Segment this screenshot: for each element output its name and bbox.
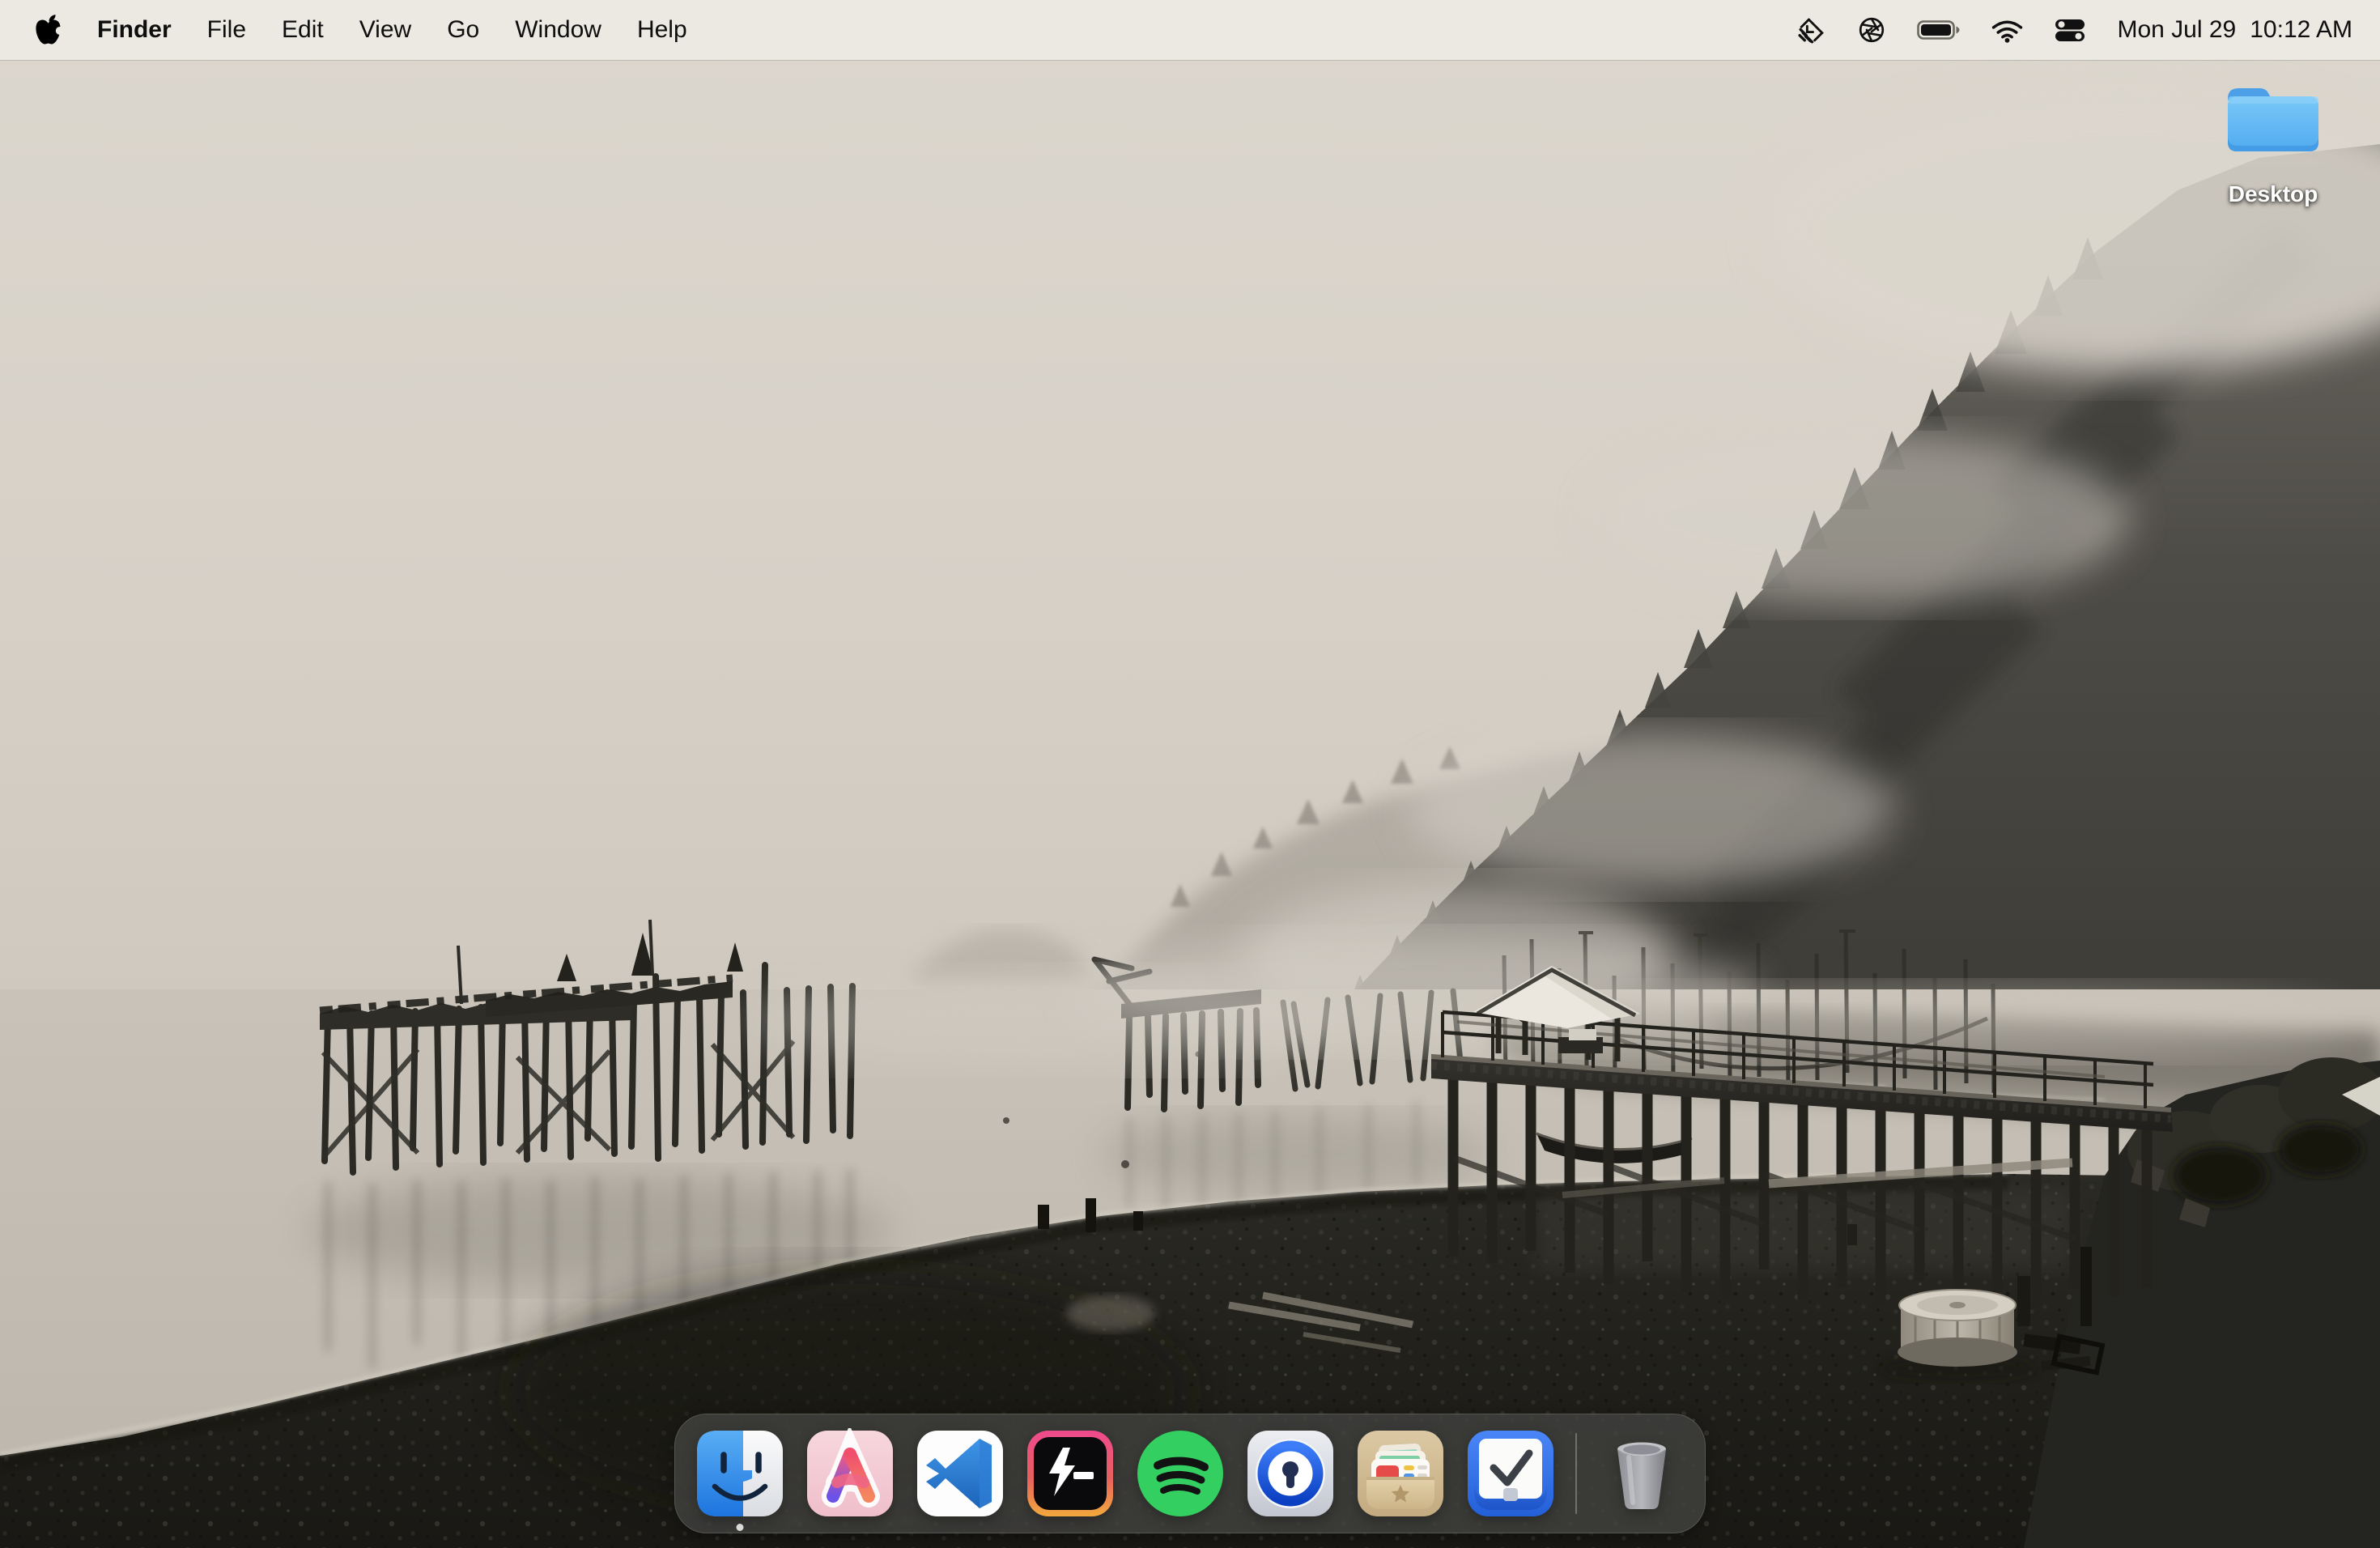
finder-icon [695, 1428, 785, 1519]
dock-item-card-box[interactable] [1355, 1428, 1446, 1519]
menu-item-help[interactable]: Help [637, 16, 687, 44]
dock-item-warp[interactable] [1025, 1428, 1116, 1519]
vscode-icon [915, 1428, 1005, 1519]
card-box-icon [1355, 1428, 1446, 1519]
dock-item-spotify[interactable] [1135, 1428, 1226, 1519]
control-center-icon[interactable] [2054, 18, 2086, 43]
dock-item-arc[interactable] [805, 1428, 895, 1519]
dock-separator [1575, 1433, 1577, 1514]
menu-bar-clock[interactable]: Mon Jul 29 10:12 AM [2117, 16, 2352, 44]
dock-item-finder[interactable] [695, 1428, 785, 1519]
desktop-wallpaper-foggy-pier [0, 0, 2380, 1548]
running-indicator [737, 1524, 744, 1531]
menu-bar-status: Mon Jul 29 10:12 AM [1796, 15, 2352, 45]
menu-bar-left: Finder File Edit View Go Window Help [35, 15, 687, 46]
folder-icon [2223, 76, 2323, 159]
desktop-folder-desktop[interactable]: Desktop [2204, 76, 2343, 206]
menu-item-edit[interactable]: Edit [282, 16, 324, 44]
menu-item-file[interactable]: File [207, 16, 246, 44]
menu-item-view[interactable]: View [359, 16, 411, 44]
desktop-folder-label: Desktop [2229, 183, 2318, 206]
macos-desktop: Finder File Edit View Go Window Help [0, 0, 2380, 1548]
clock-date: Mon Jul 29 [2117, 16, 2236, 44]
menu-item-window[interactable]: Window [515, 16, 601, 44]
menu-bar: Finder File Edit View Go Window Help [0, 0, 2380, 60]
apple-logo-icon [35, 15, 62, 46]
warp-terminal-icon [1025, 1428, 1116, 1519]
hatched-diamond-menu-extra-icon[interactable] [1796, 15, 1826, 45]
dock-item-1password[interactable] [1245, 1428, 1336, 1519]
1password-icon [1245, 1428, 1336, 1519]
arc-browser-icon [805, 1428, 895, 1519]
menu-item-go[interactable]: Go [447, 16, 479, 44]
wifi-icon[interactable] [1991, 18, 2023, 43]
battery-icon[interactable] [1917, 19, 1961, 41]
spotify-icon [1135, 1428, 1226, 1519]
trash-icon [1596, 1428, 1687, 1519]
dock-item-things[interactable] [1465, 1428, 1556, 1519]
menu-item-finder[interactable]: Finder [97, 16, 172, 44]
camera-shutter-icon[interactable] [1857, 15, 1886, 45]
dock-item-trash[interactable] [1596, 1428, 1687, 1519]
dock-item-vscode[interactable] [915, 1428, 1005, 1519]
clock-time: 10:12 AM [2250, 16, 2352, 44]
things-checkmark-icon [1465, 1428, 1556, 1519]
apple-menu[interactable] [35, 15, 62, 46]
dock [674, 1414, 1706, 1533]
